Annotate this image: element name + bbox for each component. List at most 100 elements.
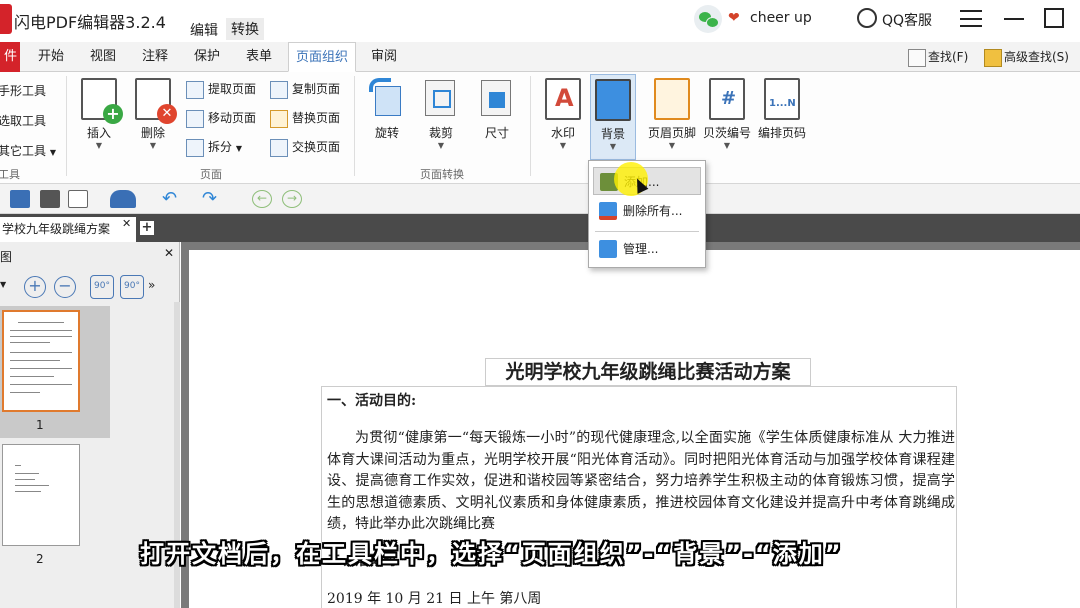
move-label: 移动页面 [208, 111, 257, 125]
advanced-find-button[interactable]: 高级查找(S) [984, 48, 1069, 67]
print-icon[interactable] [40, 190, 60, 208]
user-name[interactable]: cheer up [750, 10, 812, 26]
header-footer-label: 页眉页脚 [647, 126, 696, 140]
cloud-icon[interactable] [110, 190, 136, 208]
swap-page-icon [270, 138, 288, 157]
document-title: 光明学校九年级跳绳比赛活动方案 [485, 358, 811, 386]
hand-tool-button[interactable]: 手形工具 [0, 82, 46, 99]
rotate-right-icon[interactable]: 90° [120, 275, 144, 299]
redo-icon[interactable]: ↷ [202, 190, 222, 208]
size-button[interactable]: 尺寸 [474, 78, 520, 141]
tab-form[interactable]: 表单 [236, 42, 282, 72]
panel-title: 图 [0, 250, 13, 264]
undo-icon[interactable]: ↶ [162, 190, 182, 208]
copy-page-icon [270, 80, 288, 99]
select-tool-button[interactable]: 选取工具 [0, 112, 46, 129]
tab-protect[interactable]: 保护 [184, 42, 230, 72]
find-icon [908, 48, 926, 67]
delete-page-button[interactable]: ✕ 删除 ▼ [130, 78, 177, 150]
thumbnail-page [2, 310, 80, 412]
rotate-button[interactable]: 旋转 [364, 78, 410, 141]
extract-page-icon [186, 80, 204, 99]
next-view-icon[interactable]: → [282, 190, 302, 208]
chevron-down-icon: ▼ [723, 141, 731, 150]
chevron-down-icon: ▼ [95, 141, 103, 150]
tab-view[interactable]: 视图 [80, 42, 126, 72]
thumbnail-2[interactable] [2, 444, 80, 546]
thumbnail-page-number: 2 [36, 552, 44, 566]
bates-number-button[interactable]: # 贝茨编号 ▼ [702, 78, 752, 150]
tab-file[interactable]: 件 [0, 42, 20, 72]
crop-icon [423, 78, 459, 120]
replace-page-button[interactable]: 替换页面 [270, 109, 340, 128]
group-divider [530, 76, 531, 176]
zoom-out-icon[interactable]: − [54, 276, 76, 298]
body-paragraph: 为贯彻“健康第一“每天锻炼一小时”的现代健康理念,以全面实施《学生体质健康标准从… [327, 430, 955, 532]
more-icon[interactable]: » [148, 278, 155, 292]
document-tab-bar: 学校九年级跳绳方案 ✕ + [0, 214, 1080, 242]
move-page-icon [186, 109, 204, 128]
rotate-left-icon[interactable]: 90° [90, 275, 114, 299]
thumb-line [15, 485, 49, 486]
menu-separator [595, 231, 699, 232]
close-icon[interactable]: ✕ [164, 246, 174, 260]
tab-start[interactable]: 开始 [28, 42, 74, 72]
watermark-button[interactable]: A 水印 ▼ [540, 78, 586, 150]
thumb-line [10, 376, 54, 377]
move-page-button[interactable]: 移动页面 [186, 109, 256, 128]
chevron-down-icon: ▼ [609, 142, 617, 151]
menu-item-manage[interactable]: 管理... [593, 235, 701, 263]
header-footer-button[interactable]: 页眉页脚 ▼ [646, 78, 698, 150]
watermark-icon: A [545, 78, 581, 120]
thumbnail-1-selected[interactable]: 1 [0, 306, 110, 438]
document-tab[interactable]: 学校九年级跳绳方案 [0, 217, 136, 242]
crop-button[interactable]: 裁剪 ▼ [418, 78, 464, 150]
thumb-line [10, 336, 72, 337]
qq-service-link[interactable]: QQ客服 [882, 10, 932, 30]
new-tab-icon[interactable]: + [140, 221, 154, 235]
split-button[interactable]: 拆分 ▼ [186, 138, 242, 157]
other-tools-button[interactable]: 其它工具 ▼ [0, 142, 56, 159]
page-number-button[interactable]: 1...N 编排页码 [756, 78, 808, 141]
bates-label: 贝茨编号 [702, 126, 751, 140]
find-button[interactable]: 查找(F) [908, 48, 968, 67]
bates-number-icon: # [709, 78, 745, 120]
extract-page-button[interactable]: 提取页面 [186, 80, 256, 99]
zoom-in-icon[interactable]: + [24, 276, 46, 298]
menu-item-delete-all[interactable]: 删除所有... [593, 197, 701, 225]
hamburger-menu-icon[interactable] [960, 10, 982, 27]
qq-icon[interactable] [857, 8, 877, 28]
extract-label: 提取页面 [208, 82, 257, 96]
background-icon [595, 79, 631, 121]
insert-page-button[interactable]: + 插入 ▼ [76, 78, 123, 150]
prev-view-icon[interactable]: ← [252, 190, 272, 208]
copy-label: 复制页面 [292, 82, 341, 96]
swap-page-button[interactable]: 交换页面 [270, 138, 340, 157]
copy-page-button[interactable]: 复制页面 [270, 80, 340, 99]
thumb-line [15, 473, 39, 474]
delete-label: 删除 [140, 126, 165, 140]
menu-convert[interactable]: 转换 [226, 18, 264, 40]
tab-review[interactable]: 审阅 [362, 42, 406, 72]
rotate-icon [369, 78, 405, 120]
chevron-down-icon[interactable]: ▼ [0, 280, 6, 289]
thumb-line [18, 322, 64, 323]
menu-item-delete-all-label: 删除所有... [623, 204, 683, 218]
minimize-icon[interactable] [1004, 18, 1024, 20]
delete-page-icon: ✕ [135, 78, 177, 124]
quick-access-toolbar: ↶ ↷ ← → [0, 184, 1080, 214]
thumb-line [15, 465, 21, 466]
email-icon[interactable] [68, 190, 88, 208]
app-logo-icon [0, 4, 12, 34]
tab-annotate[interactable]: 注释 [132, 42, 178, 72]
group-divider [354, 76, 355, 176]
maximize-icon[interactable] [1044, 8, 1064, 28]
background-button[interactable]: 背景 ▼ [590, 74, 636, 160]
replace-label: 替换页面 [292, 111, 341, 125]
wechat-icon[interactable] [694, 5, 722, 33]
transform-group-label: 页面转换 [420, 168, 464, 181]
save-icon[interactable] [10, 190, 30, 208]
close-icon[interactable]: ✕ [122, 217, 131, 230]
menu-edit[interactable]: 编辑 [190, 20, 218, 40]
tab-page-organize[interactable]: 页面组织 [288, 42, 356, 72]
